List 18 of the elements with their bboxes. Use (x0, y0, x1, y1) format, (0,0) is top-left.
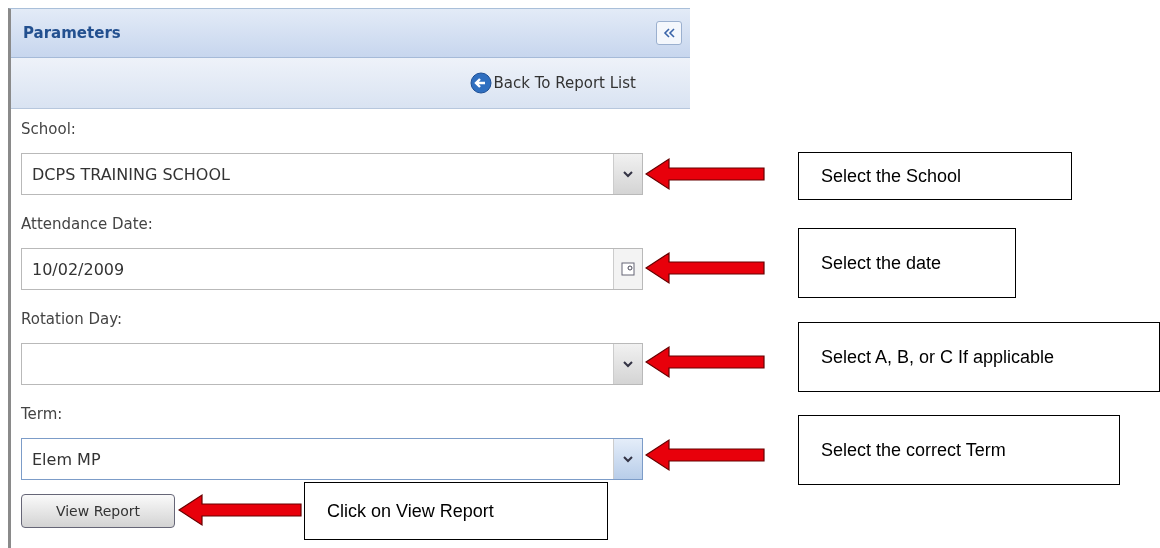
field-label: School: (21, 119, 76, 140)
field-label: Rotation Day: (21, 309, 123, 330)
date-field[interactable]: 10/02/2009 (21, 248, 643, 290)
callout-box: Click on View Report (304, 482, 608, 540)
callout-box: Select the date (798, 228, 1016, 298)
dropdown-field[interactable]: DCPS TRAINING SCHOOL (21, 153, 643, 195)
callout-box: Select the correct Term (798, 415, 1120, 485)
dropdown-field[interactable]: Elem MP (21, 438, 643, 480)
back-link[interactable]: Back To Report List (469, 72, 636, 94)
view-report-button[interactable]: View Report (21, 494, 175, 528)
callout-box: Select A, B, or C If applicable (798, 322, 1160, 392)
field-label: Attendance Date: (21, 214, 153, 235)
selected-value: Elem MP (31, 449, 101, 469)
panel-title: Parameters (23, 24, 121, 42)
date-value: 10/02/2009 (31, 259, 125, 279)
field-label: Term: (21, 404, 63, 425)
callout-box: Select the School (798, 152, 1072, 200)
selected-value: DCPS TRAINING SCHOOL (31, 164, 230, 184)
